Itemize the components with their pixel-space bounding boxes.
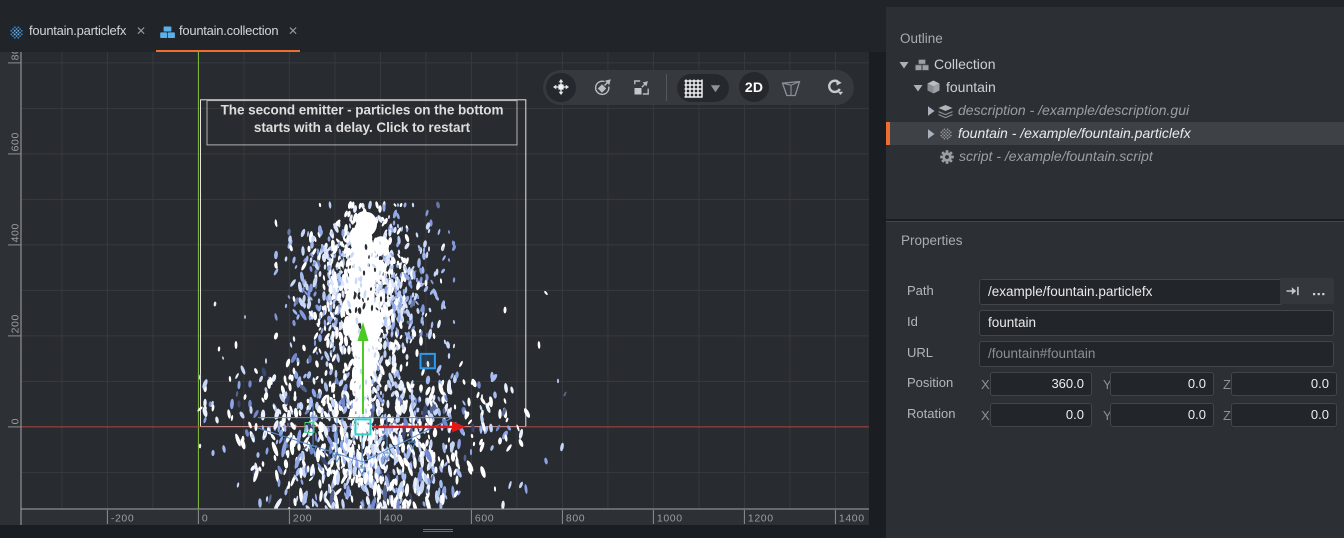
svg-text:-200: -200	[111, 513, 134, 525]
svg-text:2D: 2D	[745, 79, 763, 95]
svg-text:0: 0	[10, 418, 22, 424]
svg-text:1200: 1200	[748, 513, 774, 525]
svg-text:600: 600	[475, 513, 494, 525]
svg-text:600: 600	[10, 132, 22, 151]
svg-text:1000: 1000	[657, 513, 683, 525]
svg-text:200: 200	[293, 513, 312, 525]
svg-text:starts with a delay. Click to: starts with a delay. Click to restart	[254, 120, 471, 135]
svg-text:The second emitter - particles: The second emitter - particles on the bo…	[221, 103, 504, 118]
svg-text:800: 800	[566, 513, 585, 525]
svg-text:400: 400	[10, 223, 22, 242]
svg-text:400: 400	[384, 513, 403, 525]
svg-text:0: 0	[202, 513, 208, 525]
svg-text:200: 200	[10, 314, 22, 333]
svg-text:1400: 1400	[839, 513, 865, 525]
svg-text:800: 800	[10, 52, 22, 60]
